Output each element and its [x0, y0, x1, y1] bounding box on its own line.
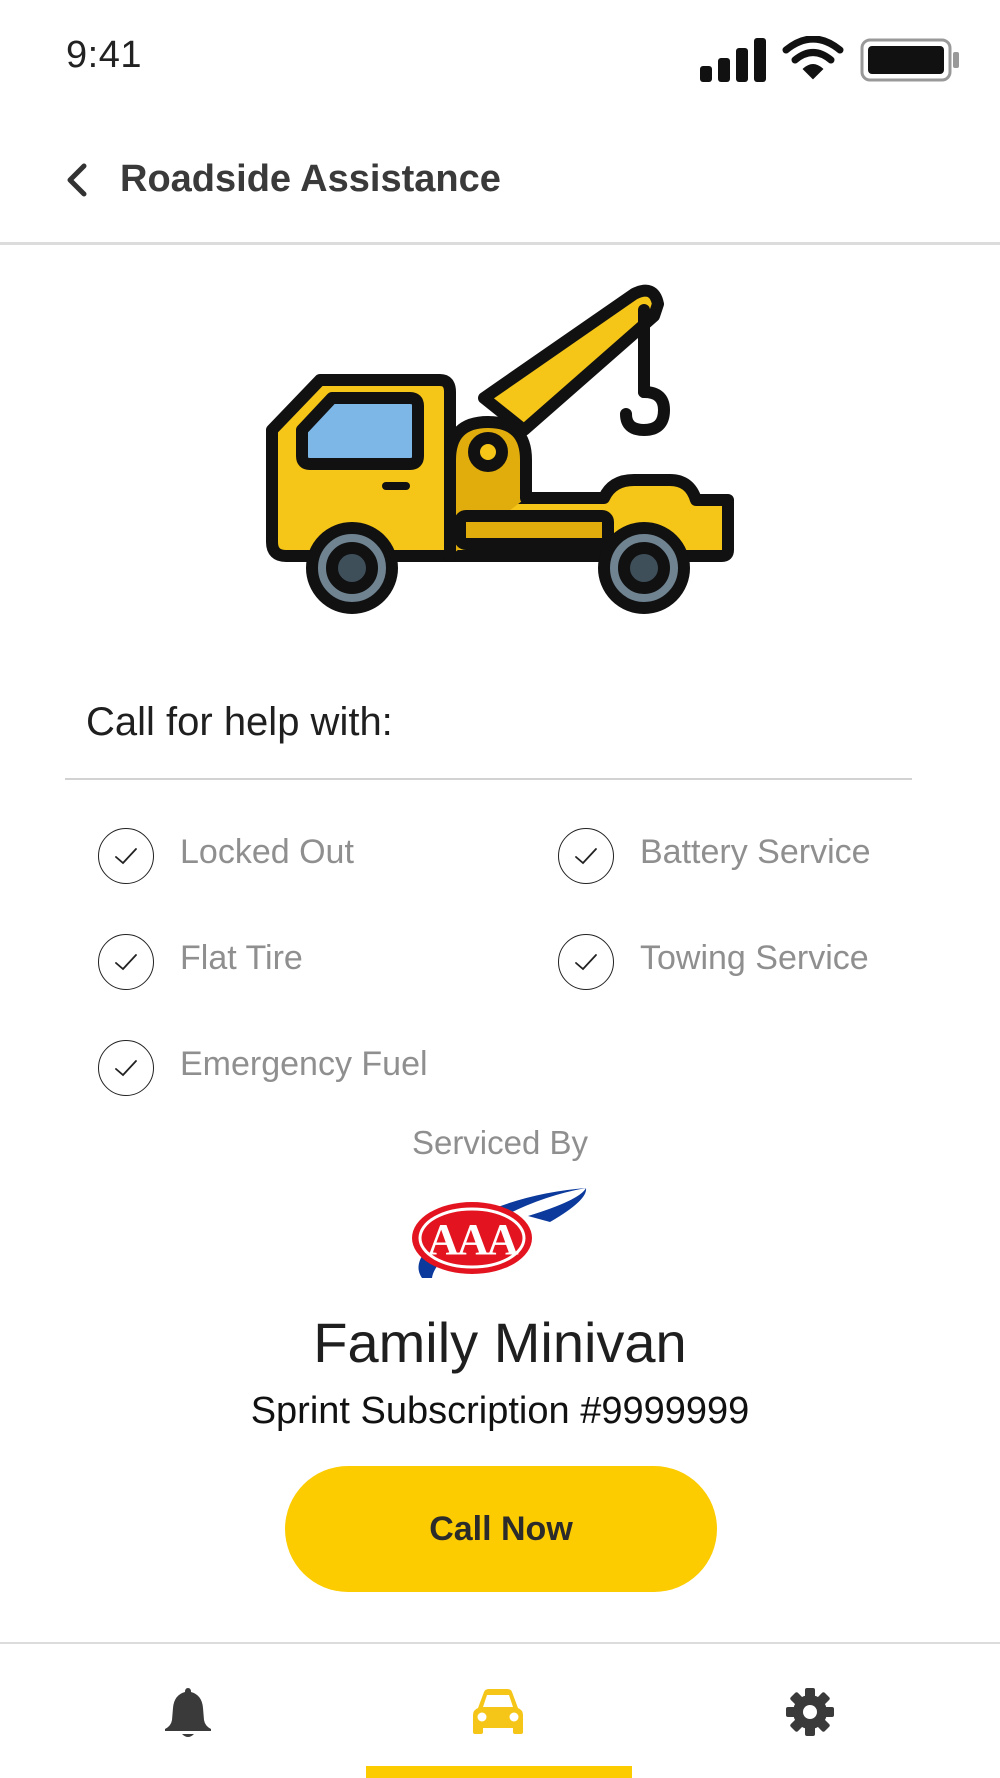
vehicle-name: Family Minivan	[313, 1311, 687, 1374]
status-icons	[700, 36, 959, 82]
service-item-locked-out: Locked Out	[98, 826, 354, 886]
page-title: Roadside Assistance	[120, 158, 501, 200]
check-circle-icon	[558, 828, 614, 884]
svg-text:AAA: AAA	[427, 1215, 519, 1264]
nav-notifications[interactable]	[158, 1684, 218, 1740]
tow-truck-icon	[266, 284, 734, 614]
service-item-battery-service: Battery Service	[558, 826, 871, 886]
service-item-towing-service: Towing Service	[558, 932, 869, 992]
nav-settings[interactable]	[780, 1684, 840, 1740]
check-circle-icon	[98, 1040, 154, 1096]
service-label: Emergency Fuel	[180, 1044, 428, 1083]
header-divider	[0, 242, 1000, 245]
call-now-button[interactable]: Call Now	[285, 1466, 717, 1592]
aaa-logo: AAA	[412, 1188, 587, 1278]
battery-icon	[860, 38, 959, 82]
service-label: Locked Out	[180, 832, 354, 871]
bottom-nav-divider	[0, 1642, 1000, 1644]
bell-icon	[165, 1688, 211, 1737]
nav-active-indicator	[366, 1766, 632, 1778]
check-circle-icon	[98, 934, 154, 990]
back-button[interactable]	[54, 152, 102, 208]
check-circle-icon	[98, 828, 154, 884]
chevron-left-icon	[67, 163, 87, 197]
service-item-flat-tire: Flat Tire	[98, 932, 303, 992]
nav-vehicle[interactable]	[468, 1684, 528, 1740]
status-time: 9:41	[66, 34, 142, 76]
service-label: Battery Service	[640, 832, 871, 871]
gear-icon	[786, 1688, 834, 1736]
cellular-signal-icon	[700, 38, 766, 82]
check-circle-icon	[558, 934, 614, 990]
wifi-icon	[782, 36, 844, 80]
subscription-number: Sprint Subscription #9999999	[250, 1390, 750, 1432]
serviced-by-label: Serviced By	[411, 1124, 589, 1161]
help-divider	[65, 778, 912, 780]
service-item-emergency-fuel: Emergency Fuel	[98, 1038, 428, 1098]
service-label: Flat Tire	[180, 938, 303, 977]
car-icon	[473, 1689, 523, 1734]
help-heading: Call for help with:	[86, 700, 393, 744]
service-label: Towing Service	[640, 938, 869, 977]
